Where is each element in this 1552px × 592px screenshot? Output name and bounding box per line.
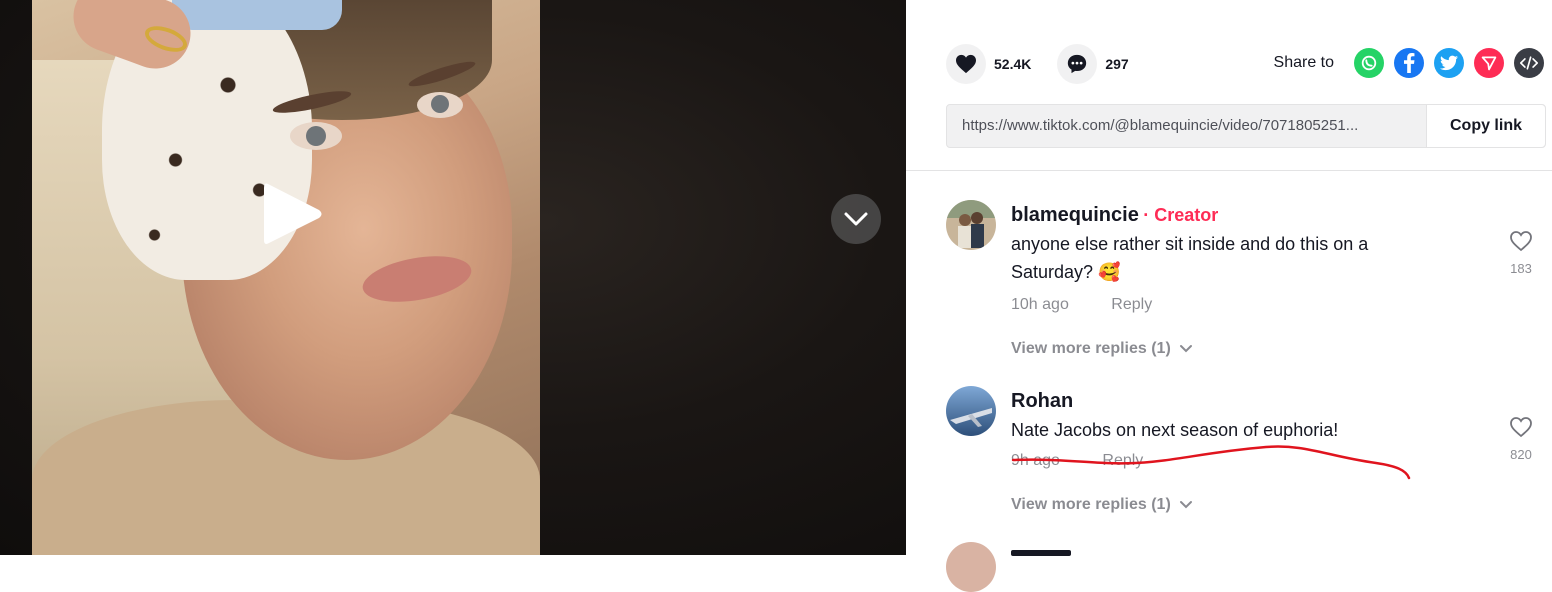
comment-text-line: anyone else rather sit inside and do thi… [1011, 234, 1369, 254]
view-more-replies-button[interactable]: View more replies (1) [1011, 340, 1451, 358]
video-link-url[interactable]: https://www.tiktok.com/@blamequincie/vid… [947, 105, 1426, 147]
comment-like[interactable]: 183 [1506, 230, 1536, 276]
engagement-stats: 52.4K 297 [946, 44, 1155, 84]
details-panel: 52.4K 297 Share to https://www.tiktok.co… [906, 0, 1552, 592]
avatar[interactable] [946, 200, 996, 250]
section-divider [906, 170, 1552, 171]
comment-username[interactable]: Rohan [1011, 390, 1073, 412]
comment-item: Rohan Nate Jacobs on next season of euph… [946, 386, 1546, 536]
comment-text-line: Saturday? 🥰 [1011, 262, 1121, 282]
comment-meta: 10h ago Reply [1011, 296, 1451, 314]
video-blue-cloth [172, 0, 342, 30]
comment-body: blamequincie · Creator anyone else rathe… [1011, 200, 1451, 358]
video-link-box: https://www.tiktok.com/@blamequincie/vid… [946, 104, 1546, 148]
creator-badge: · Creator [1143, 205, 1219, 225]
twitter-icon[interactable] [1434, 48, 1464, 78]
heart-icon [956, 54, 976, 74]
heart-outline-icon [1510, 231, 1532, 252]
comment-body: Rohan Nate Jacobs on next season of euph… [1011, 386, 1451, 514]
comment-item: blamequincie · Creator anyone else rathe… [946, 200, 1546, 370]
comment-username[interactable]: blamequincie [1011, 204, 1139, 226]
like-button[interactable] [946, 44, 986, 84]
view-more-replies-button[interactable]: View more replies (1) [1011, 496, 1451, 514]
comment-like-count: 183 [1510, 261, 1532, 276]
heart-outline-icon [1510, 417, 1532, 438]
chevron-down-icon [1179, 501, 1192, 509]
view-more-replies-label: View more replies (1) [1011, 496, 1171, 513]
chevron-down-icon [1179, 345, 1192, 353]
video-eye-left [290, 122, 342, 150]
comment-stat: 297 [1057, 44, 1129, 84]
video-player[interactable] [0, 0, 906, 555]
avatar[interactable] [946, 542, 996, 592]
like-stat: 52.4K [946, 44, 1031, 84]
avatar[interactable] [946, 386, 996, 436]
comment-time: 10h ago [1011, 296, 1069, 313]
chevron-down-icon [844, 212, 868, 226]
copy-link-button[interactable]: Copy link [1426, 105, 1545, 147]
comment-header: Rohan [1011, 386, 1451, 416]
share-bar: Share to [1274, 48, 1544, 78]
next-video-button[interactable] [831, 194, 881, 244]
facebook-icon[interactable] [1394, 48, 1424, 78]
comment-button[interactable] [1057, 44, 1098, 84]
video-eye-right [417, 92, 463, 118]
comment-header: blamequincie · Creator [1011, 200, 1451, 230]
comment-like-count: 820 [1510, 447, 1532, 462]
video-frame[interactable] [32, 0, 540, 555]
view-more-replies-label: View more replies (1) [1011, 340, 1171, 357]
comment-text: anyone else rather sit inside and do thi… [1011, 230, 1451, 286]
comment-like[interactable]: 820 [1506, 416, 1536, 462]
reply-button[interactable]: Reply [1111, 296, 1152, 313]
comment-icon [1068, 54, 1087, 74]
share-label: Share to [1273, 54, 1334, 71]
like-count: 52.4K [994, 56, 1032, 72]
comment-count: 297 [1105, 56, 1129, 72]
whatsapp-icon[interactable] [1354, 48, 1384, 78]
play-icon[interactable] [262, 180, 324, 248]
comment-text-line: Nate Jacobs on next season of euphoria! [1011, 420, 1339, 440]
comment-meta: 9h ago Reply [1011, 452, 1451, 470]
comment-time: 9h ago [1011, 452, 1060, 469]
reply-button[interactable]: Reply [1102, 452, 1143, 469]
comment-text: Nate Jacobs on next season of euphoria! [1011, 416, 1451, 444]
send-icon[interactable] [1474, 48, 1504, 78]
embed-icon[interactable] [1514, 48, 1544, 78]
